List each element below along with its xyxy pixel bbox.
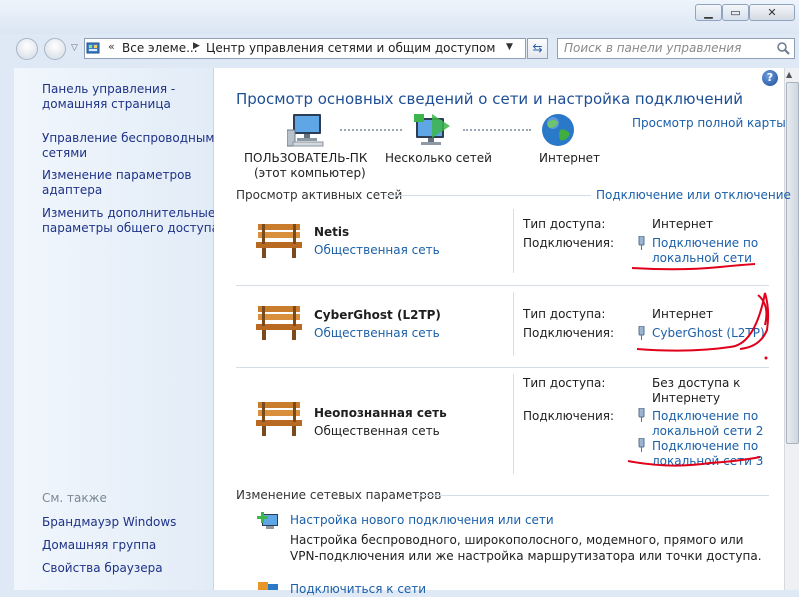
back-button[interactable] — [16, 38, 38, 60]
sidebar-item-sharing[interactable]: Изменить дополнительные параметры общего… — [42, 206, 219, 236]
network-name: Netis — [314, 225, 350, 239]
computer-sublabel: (этот компьютер) — [254, 166, 366, 180]
active-networks-heading: Просмотр активных сетей — [236, 188, 403, 202]
network-type: Общественная сеть — [314, 424, 440, 438]
network-type-link[interactable]: Общественная сеть — [314, 243, 440, 258]
access-type-label: Тип доступа: — [523, 307, 606, 321]
sidebar-item-firewall[interactable]: Брандмауэр Windows — [42, 515, 176, 530]
change-settings-heading: Изменение сетевых параметров — [236, 488, 442, 502]
map-connector-line — [340, 129, 402, 131]
address-overflow-chevron[interactable]: « — [108, 40, 115, 53]
column-divider — [513, 374, 514, 474]
title-bar — [0, 0, 799, 34]
help-icon[interactable]: ? — [762, 70, 778, 86]
column-divider — [513, 209, 514, 273]
connections-label: Подключения: — [523, 409, 615, 423]
sidebar-item-browser-props[interactable]: Свойства браузера — [42, 561, 163, 576]
scroll-up-arrow-icon[interactable]: ▲ — [786, 70, 792, 79]
connection-plug-icon — [638, 236, 645, 250]
sidebar-item-adapter[interactable]: Изменение параметров адаптера — [42, 168, 192, 198]
connections-label: Подключения: — [523, 326, 615, 340]
scrollbar-thumb[interactable] — [786, 82, 799, 444]
multiple-networks-icon — [414, 114, 450, 145]
setup-new-connection-link[interactable]: Настройка нового подключения или сети — [290, 513, 554, 528]
connect-to-network-icon — [258, 582, 278, 590]
network-name: Неопознанная сеть — [314, 406, 447, 420]
access-type-label: Тип доступа: — [523, 376, 606, 390]
map-connector-line — [463, 129, 531, 131]
view-full-map-link[interactable]: Просмотр полной карты — [632, 116, 786, 131]
sidebar-item-wireless[interactable]: Управление беспроводными сетями — [42, 131, 222, 161]
setup-new-connection-description: Настройка беспроводного, широкополосного… — [290, 533, 762, 563]
connections-label: Подключения: — [523, 236, 615, 250]
refresh-button[interactable]: ⇆ — [527, 38, 548, 59]
search-icon[interactable] — [776, 41, 790, 55]
networks-label: Несколько сетей — [385, 151, 492, 165]
breadcrumb-all-items[interactable]: Все элеме... — [122, 41, 198, 55]
internet-label: Интернет — [539, 151, 601, 165]
bench-icon — [256, 224, 302, 258]
new-connection-icon — [257, 512, 278, 529]
heading-divider — [384, 195, 591, 196]
access-type-value: Интернет — [652, 217, 714, 231]
internet-globe-icon — [542, 114, 574, 146]
computer-icon — [287, 114, 324, 147]
heading-divider — [418, 495, 769, 496]
network-type-link[interactable]: Общественная сеть — [314, 326, 440, 341]
computer-label: ПОЛЬЗОВАТЕЛЬ-ПК — [244, 151, 368, 165]
page-title: Просмотр основных сведений о сети и наст… — [236, 90, 743, 108]
access-type-label: Тип доступа: — [523, 217, 606, 231]
control-panel-icon — [86, 42, 100, 54]
forward-button[interactable] — [44, 38, 66, 60]
see-also-heading: См. также — [42, 491, 107, 505]
sidebar-item-home[interactable]: Панель управления - домашняя страница — [42, 82, 175, 112]
breadcrumb-network-center[interactable]: Центр управления сетями и общим доступом — [206, 41, 495, 55]
connect-disconnect-link[interactable]: Подключение или отключение — [596, 188, 791, 203]
bench-icon — [256, 306, 302, 340]
bench-icon — [256, 402, 302, 436]
network-name: CyberGhost (L2TP) — [314, 308, 441, 322]
close-button[interactable]: ✕ — [749, 4, 795, 21]
sidebar-item-homegroup[interactable]: Домашняя группа — [42, 538, 156, 553]
recent-pages-dropdown-icon[interactable]: ▽ — [71, 43, 78, 53]
breadcrumb-separator-icon[interactable]: ▶ — [193, 41, 200, 51]
maximize-button[interactable]: ▭ — [722, 4, 749, 21]
red-annotation-marks — [627, 263, 770, 467]
minimize-button[interactable]: ▁ — [695, 4, 722, 21]
column-divider — [513, 292, 514, 356]
address-dropdown-icon[interactable]: ▼ — [506, 42, 513, 52]
search-placeholder: Поиск в панели управления — [564, 41, 742, 55]
